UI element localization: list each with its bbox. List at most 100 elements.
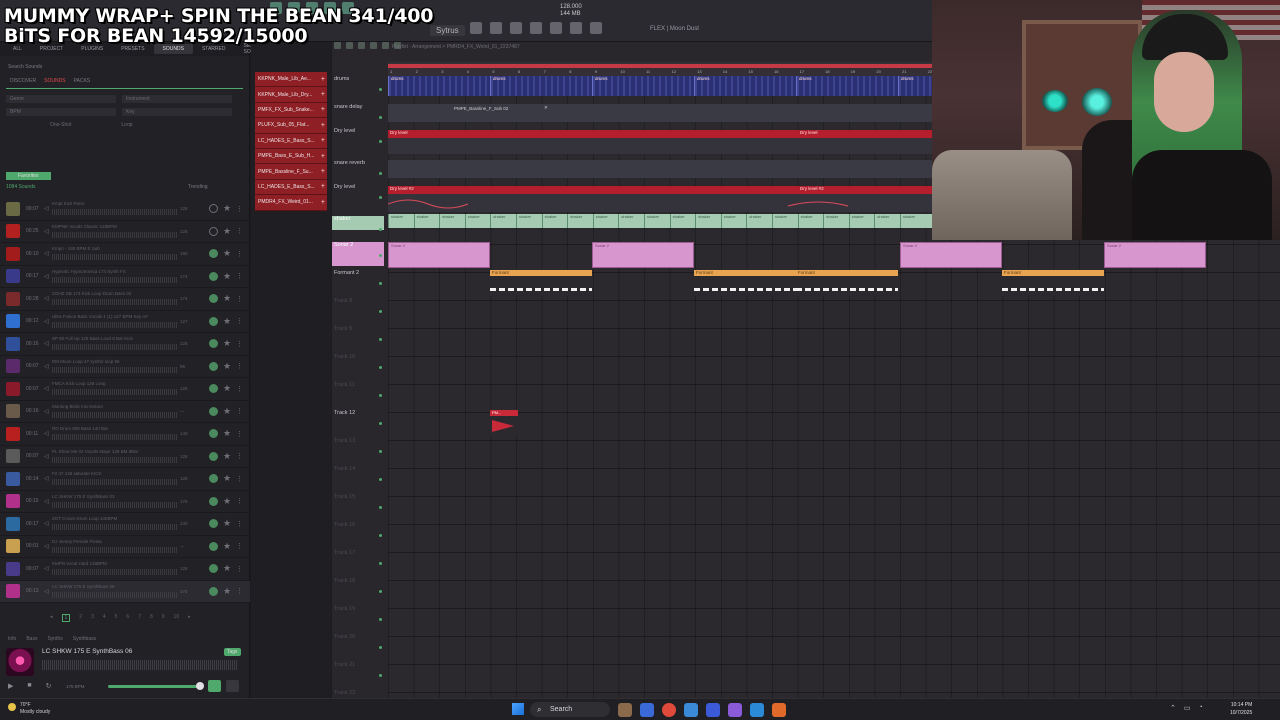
preview-tab-info[interactable]: Info <box>8 636 16 642</box>
play-icon[interactable]: ◁ <box>44 430 49 437</box>
play-icon[interactable]: ◁ <box>44 565 49 572</box>
toggle-one-shot[interactable]: One-Shot <box>50 122 71 128</box>
add-icon[interactable]: + <box>321 199 325 206</box>
filter-bpm[interactable]: BPM <box>6 108 116 116</box>
sample-row[interactable]: 00:07 ◁ Kmpt Kick Panic 128 ★ ⋮ <box>0 198 250 221</box>
preview-tag-badge[interactable]: Tags <box>224 648 241 656</box>
mute-tool-icon[interactable] <box>370 42 377 49</box>
download-check-icon[interactable] <box>209 249 218 259</box>
download-check-icon[interactable] <box>209 451 218 461</box>
channel-button[interactable]: PMPE_Bassline_F_Su... + <box>255 164 327 180</box>
star-icon[interactable]: ★ <box>223 338 231 349</box>
playlist-icon[interactable] <box>530 22 542 34</box>
track-header[interactable]: Track 17 <box>332 550 384 574</box>
star-icon[interactable]: ★ <box>223 496 231 507</box>
download-check-icon[interactable] <box>209 519 218 529</box>
more-icon[interactable]: ⋮ <box>236 362 243 370</box>
page-8[interactable]: 8 <box>150 614 153 622</box>
track-header[interactable]: Track 11 <box>332 382 384 406</box>
add-icon[interactable]: + <box>321 122 325 129</box>
preview-waveform[interactable] <box>42 660 238 670</box>
stop-icon[interactable]: ■ <box>27 682 31 690</box>
clock[interactable]: 10:14 PM 10/7/2025 <box>1230 701 1252 717</box>
download-check-icon[interactable] <box>209 271 218 281</box>
network-icon[interactable]: ▭ <box>1184 704 1191 712</box>
track-header[interactable]: Track 10 <box>332 354 384 378</box>
shaker-clip[interactable]: shaker <box>464 214 491 228</box>
taskbar-search[interactable]: ⌕ Search <box>530 702 610 717</box>
add-icon[interactable]: + <box>321 183 325 190</box>
timeline-ruler[interactable]: 1 2 3 4 5 6 7 8 9 10 11 12 13 14 15 16 17 18 19 20 21 22 <box>388 62 932 76</box>
sample-row[interactable]: 00:14 ◁ F2 47 128 saturate KICK 128 ★ ⋮ <box>0 468 250 491</box>
page-9[interactable]: 9 <box>162 614 165 622</box>
drums-pattern-clip[interactable]: drums <box>898 76 932 96</box>
play-icon[interactable]: ◁ <box>44 588 49 595</box>
sample-row[interactable]: 00:10 ◁ Kmpn - 180 BPM E Sub 180 ★ ⋮ <box>0 243 250 266</box>
shaker-clip[interactable]: shaker <box>541 214 568 228</box>
prev-page-icon[interactable]: ◂ <box>50 614 53 622</box>
page-6[interactable]: 6 <box>126 614 129 622</box>
play-icon[interactable]: ◁ <box>44 340 49 347</box>
sample-row[interactable]: 00:17 ◁ Hypnotic Hypnotronica 174 Synth FX… <box>0 266 250 288</box>
play-icon[interactable]: ◁ <box>44 205 49 212</box>
play-icon[interactable]: ◁ <box>44 228 49 235</box>
download-check-icon[interactable] <box>209 586 218 596</box>
browser-icon[interactable] <box>550 22 562 34</box>
sample-row[interactable]: 00:07 ◁ PL Show Me 02 Vocals Major 128 BM … <box>0 446 250 468</box>
track-active-led[interactable] <box>379 422 382 425</box>
download-check-icon[interactable] <box>209 429 218 439</box>
track-active-led[interactable] <box>379 172 382 175</box>
sample-row[interactable]: 00:07 ◁ FMCA Kick Loop 128 Long 128 ★ ⋮ <box>0 378 250 401</box>
sample-row[interactable]: 00:28 ◁ CDHZ SB 174 Kick Loop Drum Bass 02… <box>0 288 250 311</box>
channel-button[interactable]: PMPE_Bass_E_Sub_H... + <box>255 148 327 165</box>
track-header[interactable]: drums <box>332 76 384 100</box>
sample-waveform[interactable] <box>52 456 177 463</box>
shaker-clip[interactable]: shaker <box>746 214 772 228</box>
star-icon[interactable]: ★ <box>223 316 231 327</box>
play-icon[interactable]: ◁ <box>44 543 49 550</box>
chrome-icon[interactable] <box>662 703 676 717</box>
track-active-led[interactable] <box>379 338 382 341</box>
delete-tool-icon[interactable] <box>358 42 365 49</box>
shaker-clip[interactable]: shaker <box>669 214 696 228</box>
filter-key[interactable]: Key <box>122 108 232 116</box>
loop-icon[interactable]: ↻ <box>46 682 52 690</box>
track-active-led[interactable] <box>379 254 382 257</box>
more-icon[interactable]: ⋮ <box>236 430 243 438</box>
track-header[interactable]: snare reverb <box>332 160 384 184</box>
volume-knob[interactable] <box>196 682 204 690</box>
star-icon[interactable]: ★ <box>223 406 231 417</box>
track-active-led[interactable] <box>379 590 382 593</box>
sample-waveform[interactable] <box>52 344 177 350</box>
track-header[interactable]: Track 16 <box>332 522 384 546</box>
shaker-clip[interactable]: shaker <box>516 214 542 228</box>
shaker-clip[interactable]: shaker <box>567 214 593 228</box>
settings-icon[interactable] <box>590 22 602 34</box>
shaker-clip[interactable]: shaker <box>618 214 644 228</box>
play-icon[interactable]: ◁ <box>44 453 49 460</box>
track-active-led[interactable] <box>379 366 382 369</box>
channel-button[interactable]: KKPNK_Male_Lib_Dry... + <box>255 87 327 103</box>
more-icon[interactable]: ⋮ <box>236 295 243 303</box>
star-icon[interactable]: ★ <box>223 203 231 214</box>
download-check-icon[interactable] <box>209 226 218 236</box>
star-icon[interactable]: ★ <box>223 586 231 597</box>
sample-waveform[interactable] <box>52 389 177 395</box>
pen-app-icon[interactable] <box>618 703 632 717</box>
play-icon[interactable]: ◁ <box>44 318 49 325</box>
preview-tab-synths[interactable]: Synths <box>47 636 62 642</box>
more-icon[interactable]: ⋮ <box>236 475 243 483</box>
weather-widget[interactable]: 70°F Mostly cloudy <box>8 702 50 716</box>
play-icon[interactable]: ◁ <box>44 363 49 370</box>
drums-pattern-clip[interactable]: drums <box>592 76 694 96</box>
star-icon[interactable]: ★ <box>223 293 231 304</box>
download-check-icon[interactable] <box>209 541 218 551</box>
sample-row[interactable]: 00:17 ◁ ZGT Crown Drum Loop 140BPM 140 ★ ⋮ <box>0 513 250 536</box>
sample-waveform[interactable] <box>52 209 177 215</box>
sample-waveform[interactable] <box>52 479 177 485</box>
page-3[interactable]: 3 <box>91 614 94 622</box>
channel-button[interactable]: LC_HADES_E_Bass_S... + <box>255 133 327 149</box>
more-icon[interactable]: ⋮ <box>236 452 243 460</box>
track-header[interactable]: Track 18 <box>332 578 384 602</box>
shaker-clip[interactable]: shaker <box>797 214 824 228</box>
